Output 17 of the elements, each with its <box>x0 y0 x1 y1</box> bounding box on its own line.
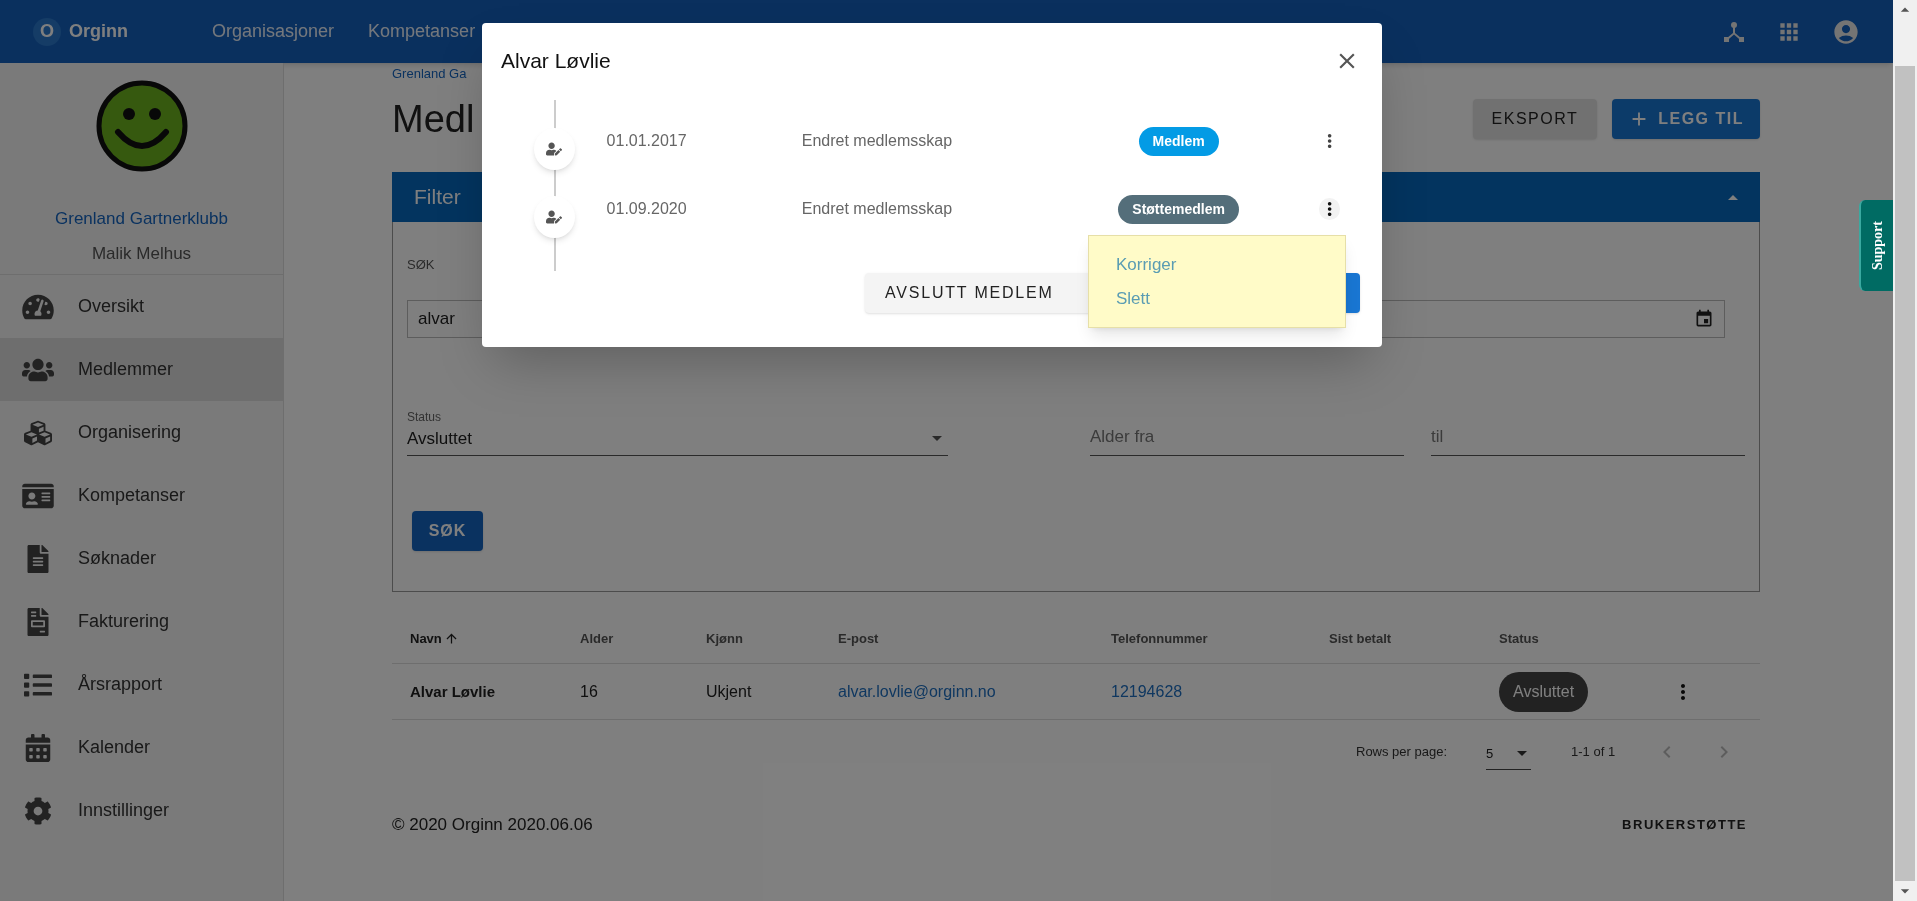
rows-per-page-label: Rows per page: <box>1356 743 1448 762</box>
membership-badge: Medlem <box>1138 126 1219 156</box>
page-heading: Medl <box>392 96 475 142</box>
copyright-text: © 2020 Orginn 2020.06.06 <box>392 814 593 836</box>
table-cell: Ukjent <box>706 682 752 700</box>
entry-date: 01.01.2017 <box>606 131 688 151</box>
page-range: 1-1 of 1 <box>1571 743 1616 762</box>
status-chip: Avsluttet <box>1499 671 1589 712</box>
table-cell: Alvar Løvlie <box>410 682 496 700</box>
user-name: Malik Melhus <box>91 242 192 265</box>
table-cell: 16 <box>580 682 598 700</box>
entry-description: Endret medlemsskap <box>801 131 954 151</box>
entry-description: Endret medlemsskap <box>801 199 954 219</box>
membership-badge: Støttemedlem <box>1118 194 1239 224</box>
dialog-title: Alvar Løvlie <box>501 48 612 75</box>
search-label: SØK <box>407 256 435 274</box>
entry-date: 01.09.2020 <box>606 199 688 219</box>
